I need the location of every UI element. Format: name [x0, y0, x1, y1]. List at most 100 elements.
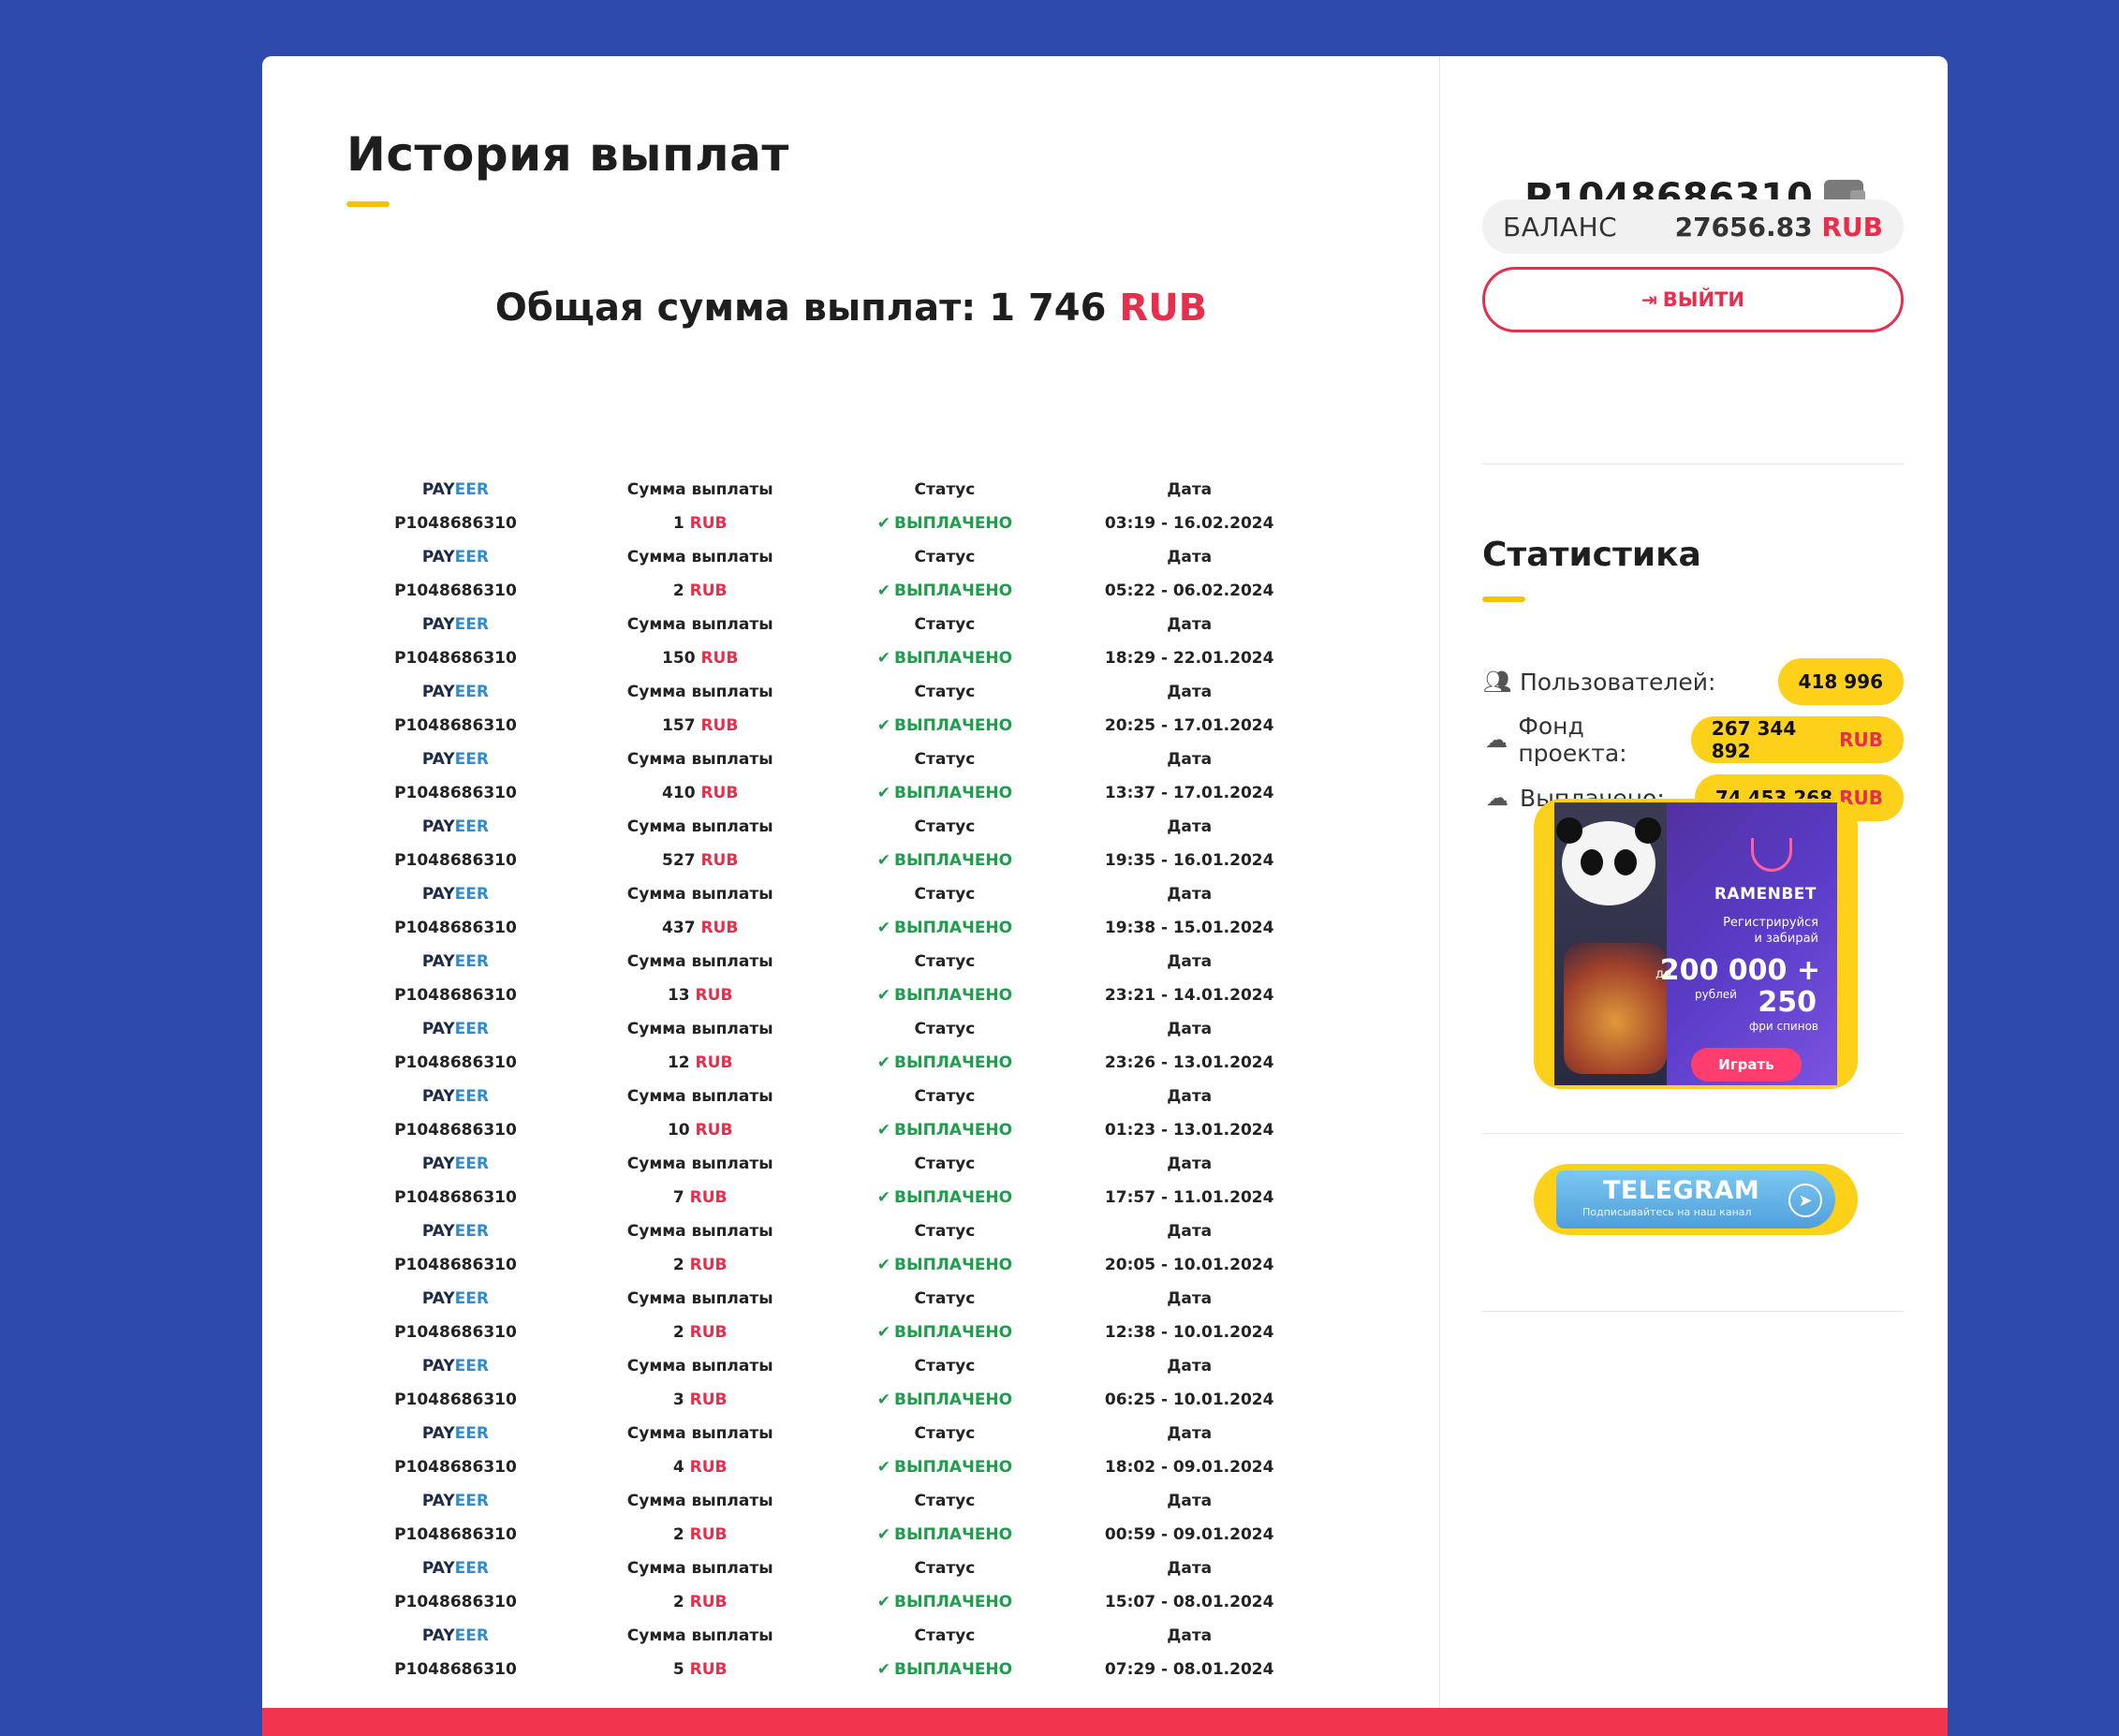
- banner-amount-unit: рублей: [1695, 988, 1737, 1001]
- stat-users: 👥︎ Пользователей: 418 996: [1482, 658, 1904, 705]
- row-status-text: ВЫПЛАЧЕНО: [894, 581, 1013, 600]
- header-date: Дата: [1167, 1357, 1213, 1376]
- header-payment-system: PAYEER: [356, 1222, 555, 1241]
- row-amount-value: 2: [672, 1593, 684, 1611]
- header-payment-system: PAYEER: [356, 750, 555, 769]
- row-amount-currency: RUB: [689, 1593, 728, 1611]
- row-status: ✔ ВЫПЛАЧЕНО: [846, 581, 1045, 600]
- row-date: 01:23 - 13.01.2024: [1104, 1121, 1274, 1140]
- table-row: P1048686310 5 RUB ✔ ВЫПЛАЧЕНО 07:29 - 08.01.…: [356, 1653, 1334, 1686]
- row-amount-value: 4: [672, 1458, 684, 1477]
- row-status-text: ВЫПЛАЧЕНО: [894, 1525, 1013, 1544]
- row-amount-value: 13: [667, 986, 690, 1005]
- row-amount-value: 150: [662, 649, 696, 668]
- row-amount-currency: RUB: [689, 1458, 728, 1477]
- header-status: Статус: [914, 1492, 976, 1510]
- header-amount: Сумма выплаты: [626, 1289, 773, 1308]
- row-status-text: ВЫПЛАЧЕНО: [894, 1188, 1013, 1207]
- header-payment-system: PAYEER: [356, 885, 555, 904]
- header-date: Дата: [1167, 1626, 1213, 1645]
- table-row: P1048686310 410 RUB ✔ ВЫПЛАЧЕНО 13:37 - 17.0…: [356, 776, 1334, 810]
- header-date: Дата: [1167, 1020, 1213, 1038]
- header-amount: Сумма выплаты: [626, 885, 773, 904]
- row-status: ✔ ВЫПЛАЧЕНО: [846, 649, 1045, 668]
- payeer-logo-part-a: PAY: [421, 1626, 455, 1645]
- header-status: Статус: [914, 952, 976, 971]
- main-card: История выплат Общая сумма выплат: 1 746…: [262, 56, 1948, 1736]
- row-amount-value: 2: [672, 1323, 684, 1342]
- check-icon: ✔: [876, 1053, 890, 1072]
- header-date: Дата: [1167, 1424, 1213, 1443]
- total-currency: RUB: [1119, 287, 1208, 330]
- header-date: Дата: [1167, 750, 1213, 769]
- row-amount-currency: RUB: [695, 1053, 733, 1072]
- row-wallet: P1048686310: [394, 1660, 517, 1679]
- row-amount-currency: RUB: [689, 581, 728, 600]
- balance-currency: RUB: [1821, 211, 1883, 243]
- header-payment-system: PAYEER: [356, 1626, 555, 1645]
- check-icon: ✔: [876, 784, 890, 802]
- row-status: ✔ ВЫПЛАЧЕНО: [846, 716, 1045, 735]
- table-row: P1048686310 3 RUB ✔ ВЫПЛАЧЕНО 06:25 - 10.01.…: [356, 1383, 1334, 1417]
- check-icon: ✔: [876, 716, 890, 735]
- check-icon: ✔: [876, 1390, 890, 1409]
- check-icon: ✔: [876, 1188, 890, 1207]
- payeer-logo-part-b: EER: [454, 817, 489, 836]
- banner-subtitle-2: и забирай: [1754, 932, 1818, 946]
- payeer-logo-part-a: PAY: [421, 1222, 455, 1241]
- row-date: 13:37 - 17.01.2024: [1104, 784, 1274, 802]
- table-header-row: PAYEER Сумма выплаты Статус Дата: [356, 473, 1334, 507]
- row-amount: 4 RUB: [555, 1458, 846, 1477]
- row-amount-value: 12: [667, 1053, 690, 1072]
- telegram-title: TELEGRAM: [1603, 1176, 1760, 1205]
- header-amount: Сумма выплаты: [626, 1559, 773, 1578]
- row-date: 17:57 - 11.01.2024: [1104, 1188, 1274, 1207]
- row-amount-currency: RUB: [689, 1525, 728, 1544]
- table-row: P1048686310 2 RUB ✔ ВЫПЛАЧЕНО 20:05 - 10.01.…: [356, 1248, 1334, 1282]
- header-status: Статус: [914, 1222, 976, 1241]
- check-icon: ✔: [876, 1323, 890, 1342]
- header-date: Дата: [1167, 548, 1213, 566]
- header-amount: Сумма выплаты: [626, 615, 773, 634]
- ramenbet-banner[interactable]: RAMENBET Регистрируйся и забирай до 200 …: [1534, 799, 1858, 1089]
- header-amount: Сумма выплаты: [626, 952, 773, 971]
- logout-button[interactable]: ⇥ ВЫЙТИ: [1482, 267, 1904, 332]
- row-amount: 13 RUB: [555, 986, 846, 1005]
- row-status: ✔ ВЫПЛАЧЕНО: [846, 919, 1045, 937]
- header-date: Дата: [1167, 683, 1213, 701]
- banner-subtitle: Регистрируйся и забирай: [1678, 915, 1818, 947]
- row-amount-value: 3: [672, 1390, 684, 1409]
- row-status-text: ВЫПЛАЧЕНО: [894, 1458, 1013, 1477]
- row-date: 15:07 - 08.01.2024: [1104, 1593, 1274, 1611]
- header-payment-system: PAYEER: [356, 683, 555, 701]
- payeer-logo-part-a: PAY: [421, 885, 455, 904]
- payeer-logo-part-a: PAY: [421, 548, 455, 566]
- payeer-logo-part-a: PAY: [421, 1289, 455, 1308]
- footer-strip: [262, 1708, 1948, 1736]
- banner-play-button[interactable]: Играть: [1691, 1048, 1802, 1081]
- banner-spins-label: фри спинов: [1749, 1020, 1818, 1033]
- row-amount-value: 10: [667, 1121, 690, 1140]
- row-status-text: ВЫПЛАЧЕНО: [894, 851, 1013, 870]
- table-row: P1048686310 2 RUB ✔ ВЫПЛАЧЕНО 00:59 - 09.01.…: [356, 1518, 1334, 1552]
- payeer-logo-part-b: EER: [454, 1222, 489, 1241]
- header-amount: Сумма выплаты: [626, 683, 773, 701]
- table-header-row: PAYEER Сумма выплаты Статус Дата: [356, 1552, 1334, 1585]
- table-header-row: PAYEER Сумма выплаты Статус Дата: [356, 1619, 1334, 1653]
- table-row: P1048686310 1 RUB ✔ ВЫПЛАЧЕНО 03:19 - 16.02.…: [356, 507, 1334, 540]
- telegram-subtitle: Подписывайтесь на наш канал: [1582, 1206, 1752, 1218]
- payeer-logo-part-b: EER: [454, 1357, 489, 1376]
- payeer-logo-part-b: EER: [454, 1289, 489, 1308]
- header-status: Статус: [914, 615, 976, 634]
- table-header-row: PAYEER Сумма выплаты Статус Дата: [356, 877, 1334, 911]
- telegram-banner[interactable]: TELEGRAM Подписывайтесь на наш канал ➤: [1534, 1164, 1858, 1235]
- header-date: Дата: [1167, 817, 1213, 836]
- header-date: Дата: [1167, 615, 1213, 634]
- row-date: 03:19 - 16.02.2024: [1104, 514, 1274, 533]
- check-icon: ✔: [876, 649, 890, 668]
- table-header-row: PAYEER Сумма выплаты Статус Дата: [356, 540, 1334, 574]
- check-icon: ✔: [876, 986, 890, 1005]
- row-date: 23:21 - 14.01.2024: [1104, 986, 1274, 1005]
- header-date: Дата: [1167, 1087, 1213, 1106]
- header-payment-system: PAYEER: [356, 1357, 555, 1376]
